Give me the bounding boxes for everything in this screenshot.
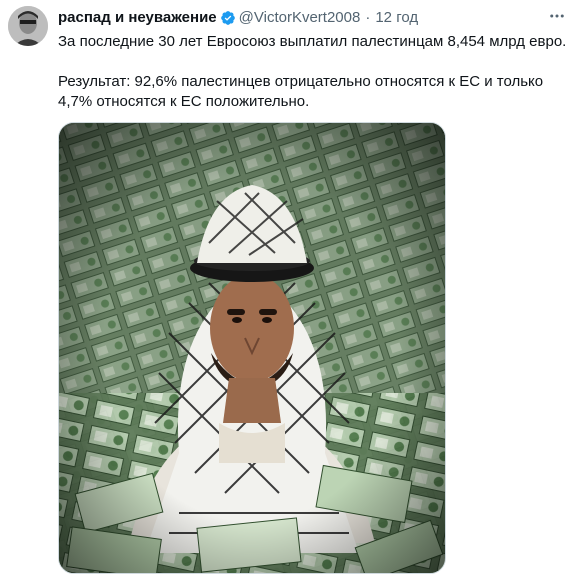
display-name[interactable]: распад и неуважение bbox=[58, 8, 217, 28]
tweet-text: За последние 30 лет Евросоюз выплатил па… bbox=[58, 32, 568, 112]
user-handle[interactable]: @VictorKvert2008 bbox=[239, 8, 361, 28]
tweet-image[interactable] bbox=[58, 122, 446, 574]
verified-badge-icon bbox=[220, 10, 236, 26]
tweet[interactable]: распад и неуважение @VictorKvert2008 · 1… bbox=[0, 0, 581, 574]
more-options-icon[interactable] bbox=[545, 4, 569, 28]
timestamp[interactable]: 12 год bbox=[375, 8, 418, 28]
separator-dot: · bbox=[365, 9, 371, 26]
tweet-paragraph-1: За последние 30 лет Евросоюз выплатил па… bbox=[58, 33, 567, 50]
avatar[interactable] bbox=[8, 6, 48, 46]
tweet-paragraph-2: Результат: 92,6% палестинцев отрицательн… bbox=[58, 73, 544, 110]
tweet-header: распад и неуважение @VictorKvert2008 · 1… bbox=[58, 8, 418, 28]
